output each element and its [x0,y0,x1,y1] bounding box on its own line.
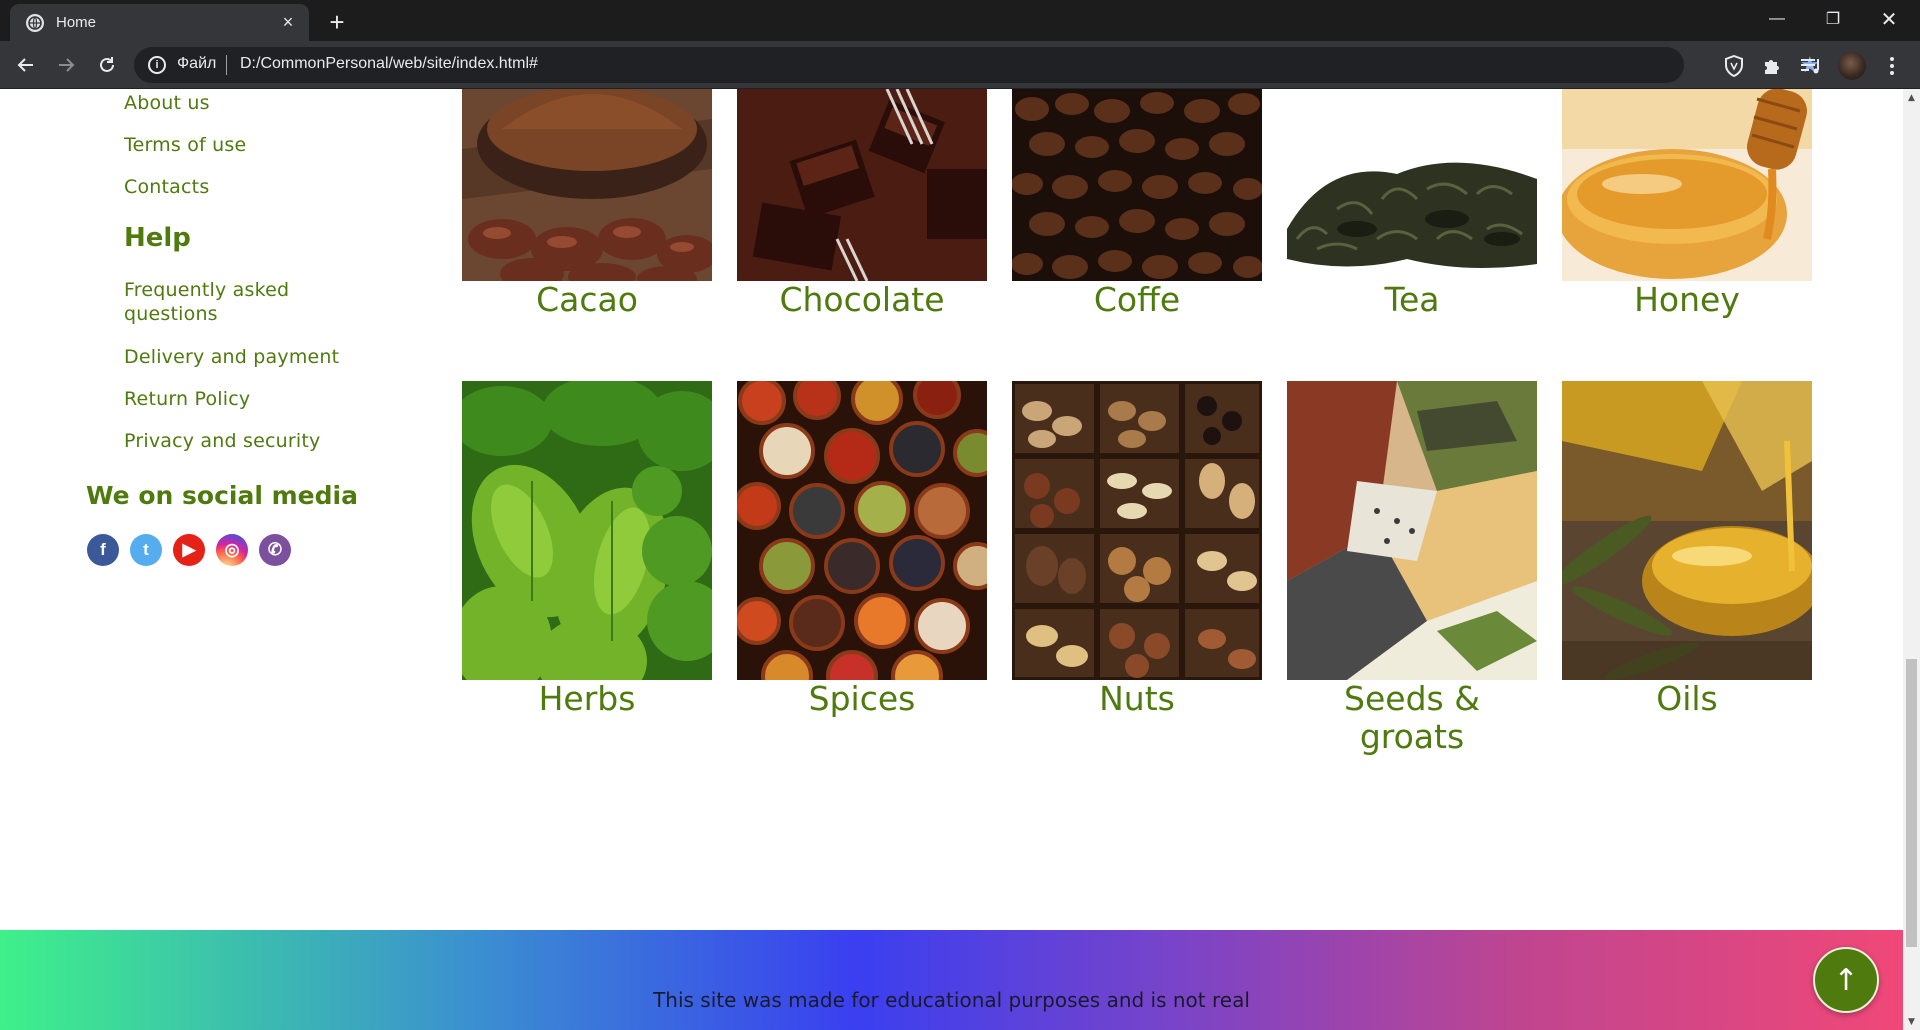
social-media-heading: We on social media [86,481,358,510]
product-card-spices[interactable]: Spices [737,381,987,718]
scroll-up-arrow-icon[interactable]: ▲ [1903,89,1920,106]
product-card-nuts[interactable]: Nuts [1012,381,1262,718]
nuts-image[interactable] [1012,381,1262,680]
tab-title: Home [56,14,97,31]
spices-image[interactable] [737,381,987,680]
product-name-seeds[interactable]: Seeds & groats [1287,680,1537,756]
reading-list-icon[interactable] [1798,53,1824,79]
return-policy-link[interactable]: Return Policy [124,387,250,411]
back-arrow-icon [17,58,33,72]
product-name-tea[interactable]: Tea [1287,281,1537,319]
footer-disclaimer: This site was made for educational purpo… [653,988,1250,1012]
scrollbar-thumb[interactable] [1906,659,1917,947]
product-card-seeds[interactable]: Seeds & groats [1287,381,1537,756]
help-heading: Help [124,223,191,253]
page-scrollbar[interactable]: ▲ ▼ [1903,89,1920,1030]
product-card-herbs[interactable]: Herbs [462,381,712,718]
delivery-and-payment-link[interactable]: Delivery and payment [124,345,339,369]
browser-tab-strip: Home × + — ❐ ✕ [0,0,1920,41]
tea-image[interactable] [1287,89,1537,281]
product-card-tea[interactable]: Tea [1287,89,1537,319]
product-name-oils[interactable]: Oils [1562,680,1812,718]
restore-button[interactable]: ❐ [1810,0,1856,38]
scroll-to-top-button[interactable]: ↑ [1813,947,1879,1013]
instagram-icon[interactable]: ◎ [216,534,248,566]
privacy-and-security-link[interactable]: Privacy and security [124,429,320,453]
product-name-cacao[interactable]: Cacao [462,281,712,319]
browser-toolbar: i Файл D:/CommonPersonal/web/site/index.… [0,41,1920,89]
about-us-link[interactable]: About us [124,91,210,115]
minimize-button[interactable]: — [1754,0,1800,38]
forward-arrow-icon [59,58,75,72]
tab-home[interactable]: Home × [10,4,309,41]
product-card-honey[interactable]: Honey [1562,89,1812,319]
product-name-coffee[interactable]: Coffe [1012,281,1262,319]
product-card-coffee[interactable]: Coffe [1012,89,1262,319]
shield-extension-icon[interactable] [1721,53,1747,79]
terms-of-use-link[interactable]: Terms of use [124,133,246,157]
viber-icon[interactable]: ✆ [259,534,291,566]
chocolate-image[interactable] [737,89,987,281]
reload-button[interactable] [93,51,121,79]
social-icons-row: f t ▶ ◎ ✆ [87,534,291,566]
oils-image[interactable] [1562,381,1812,680]
scroll-down-arrow-icon[interactable]: ▼ [1903,1013,1920,1030]
forward-button[interactable] [52,51,80,79]
url-scheme-label: Файл [177,55,217,72]
globe-icon [26,13,44,32]
product-card-oils[interactable]: Oils [1562,381,1812,718]
product-name-nuts[interactable]: Nuts [1012,680,1262,718]
url-separator [226,55,227,75]
contacts-link[interactable]: Contacts [124,175,209,199]
product-card-cacao[interactable]: Cacao [462,89,712,319]
seeds-image[interactable] [1287,381,1537,680]
facebook-icon[interactable]: f [87,534,119,566]
browser-menu-icon[interactable] [1880,53,1904,79]
product-name-chocolate[interactable]: Chocolate [737,281,987,319]
coffee-image[interactable] [1012,89,1262,281]
cacao-image[interactable] [462,89,712,281]
product-card-chocolate[interactable]: Chocolate [737,89,987,319]
youtube-icon[interactable]: ▶ [173,534,205,566]
profile-avatar[interactable] [1838,52,1866,80]
footer: This site was made for educational purpo… [0,930,1903,1030]
page-viewport: About us Terms of use Contacts Help Freq… [0,89,1903,1030]
close-window-button[interactable]: ✕ [1866,0,1912,38]
tab-close-icon[interactable]: × [277,12,299,34]
product-name-spices[interactable]: Spices [737,680,987,718]
twitter-icon[interactable]: t [130,534,162,566]
url-text[interactable]: D:/CommonPersonal/web/site/index.html# [240,55,538,73]
address-bar[interactable]: i Файл D:/CommonPersonal/web/site/index.… [134,47,1820,83]
new-tab-button[interactable]: + [320,7,354,37]
honey-image[interactable] [1562,89,1812,281]
faq-link[interactable]: Frequently asked questions [124,278,364,326]
extensions-puzzle-icon[interactable] [1759,53,1785,79]
back-button[interactable] [12,51,40,79]
site-info-icon[interactable]: i [148,56,166,74]
herbs-image[interactable] [462,381,712,680]
product-name-honey[interactable]: Honey [1562,281,1812,319]
reload-icon [100,57,114,72]
product-name-herbs[interactable]: Herbs [462,680,712,718]
